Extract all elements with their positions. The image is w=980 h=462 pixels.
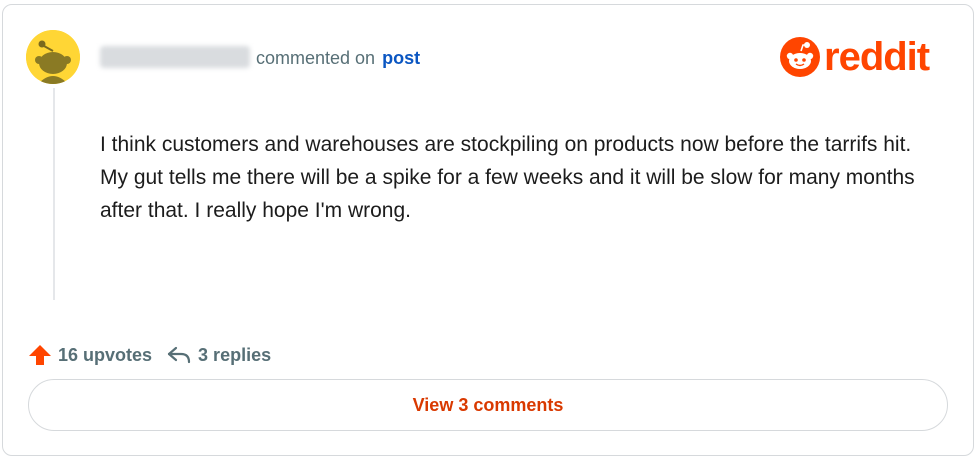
upvote-count: 16 upvotes (58, 344, 153, 365)
replies-button[interactable]: 3 replies (166, 343, 271, 367)
upvote-button[interactable]: 16 upvotes (28, 343, 152, 367)
reddit-wordmark: reddit (824, 35, 930, 79)
comment-actions: 16 upvotes 3 replies (28, 340, 271, 370)
comment-paragraph: I think customers and warehouses are sto… (100, 133, 912, 156)
reddit-logo[interactable]: reddit (780, 34, 930, 80)
view-comments-button[interactable]: View 3 comments (28, 379, 948, 431)
thread-line[interactable] (53, 88, 55, 300)
commented-on-text: commented on (256, 48, 376, 68)
user-avatar[interactable] (26, 30, 80, 84)
reply-arrow-icon (167, 346, 191, 364)
comment-body: I think customers and warehouses are sto… (100, 128, 920, 227)
reddit-snoo-icon (780, 37, 820, 77)
post-link[interactable]: post (382, 48, 420, 68)
username-redacted[interactable] (100, 46, 250, 68)
comment-paragraph: My gut tells me there will be a spike fo… (100, 166, 915, 222)
comment-meta: commented on post (256, 46, 420, 70)
upvote-arrow-icon (29, 345, 51, 365)
reply-count: 3 replies (198, 344, 272, 365)
snoo-avatar-icon (26, 30, 80, 84)
